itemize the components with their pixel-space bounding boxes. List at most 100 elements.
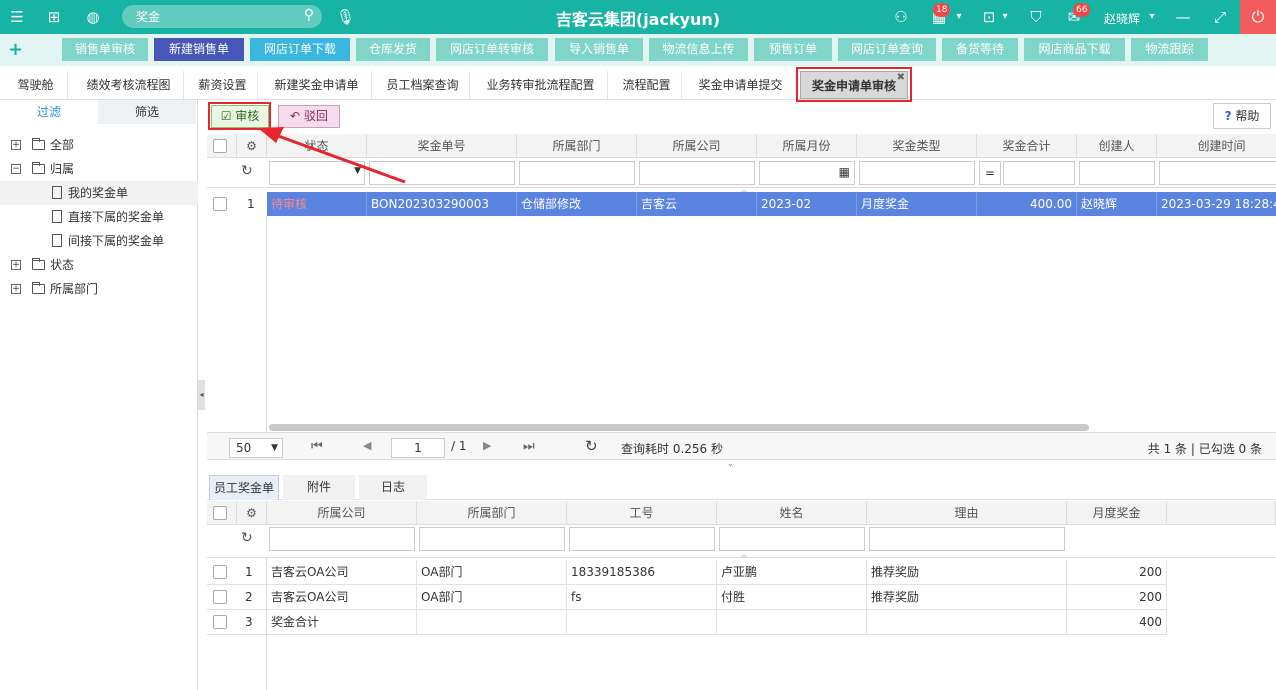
col-creator[interactable]: 创建人 (1077, 134, 1157, 158)
quick-order-to-audit[interactable]: 网店订单转审核 (436, 38, 548, 61)
col-created-time[interactable]: 创建时间 (1157, 134, 1276, 158)
col-company[interactable]: 所属公司 (637, 134, 757, 158)
shield-icon[interactable]: ⛉ (1027, 8, 1045, 26)
creator-filter[interactable] (1079, 161, 1155, 185)
col-total[interactable]: 奖金合计 (977, 134, 1077, 158)
splitter-handle-icon[interactable]: ⌄ (727, 459, 734, 468)
tab-attachment[interactable]: 附件 (283, 475, 355, 500)
department-filter[interactable] (419, 527, 565, 551)
row-checkbox[interactable] (213, 565, 227, 579)
tab-filter[interactable]: 过滤 (0, 100, 98, 124)
chevron-down-icon[interactable]: ▾ (996, 8, 1014, 26)
approve-button[interactable]: ☑ 审核 (211, 105, 269, 128)
help-button[interactable]: ? 帮助 (1213, 103, 1271, 129)
tab-performance-flow[interactable]: 绩效考核流程图 (74, 71, 184, 99)
reject-button[interactable]: ↶ 驳回 (278, 105, 340, 128)
department-filter[interactable] (519, 161, 635, 185)
gear-icon[interactable]: ⚙ (237, 134, 267, 158)
name-filter[interactable] (719, 527, 865, 551)
quick-new-sales[interactable]: 新建销售单 (154, 38, 244, 61)
col-department[interactable]: 所属部门 (517, 134, 637, 158)
bonus-type-filter[interactable] (859, 161, 975, 185)
expand-icon[interactable]: + (11, 260, 21, 270)
col-bonus-type[interactable]: 奖金类型 (857, 134, 977, 158)
apps-grid-icon[interactable]: ⊞ (45, 8, 63, 26)
col-reason[interactable]: 理由 (867, 501, 1067, 525)
tab-cockpit[interactable]: 驾驶舱 (4, 71, 68, 99)
reason-filter[interactable] (869, 527, 1065, 551)
col-company[interactable]: 所属公司 (267, 501, 417, 525)
table-row[interactable]: 1 吉客云OA公司 OA部门 18339185386 卢亚鹏 推荐奖励 200 (207, 560, 1167, 585)
tree-node-direct-sub[interactable]: 直接下属的奖金单 (0, 205, 198, 229)
tree-node-ownership[interactable]: − 归属 (0, 157, 198, 181)
panel-collapse-handle[interactable]: ◂ (198, 380, 205, 410)
minimize-icon[interactable]: — (1174, 8, 1192, 26)
tab-new-bonus[interactable]: 新建奖金申请单 (262, 71, 372, 99)
table-row[interactable]: 3 奖金合计 400 (207, 610, 1167, 635)
first-page-icon[interactable]: ⏮ (311, 439, 323, 454)
col-monthly-bonus[interactable]: 月度奖金 (1067, 501, 1167, 525)
quick-warehouse-ship[interactable]: 仓库发货 (356, 38, 430, 61)
tree-node-my-bonus[interactable]: 我的奖金单 (0, 181, 198, 205)
table-row[interactable]: 2 吉客云OA公司 OA部门 fs 付胜 推荐奖励 200 (207, 585, 1167, 610)
company-filter[interactable] (269, 527, 415, 551)
col-status[interactable]: 状态 (267, 134, 367, 158)
tree-node-department[interactable]: + 所属部门 (0, 277, 198, 301)
col-bill-no[interactable]: 奖金单号 (367, 134, 517, 158)
month-filter[interactable]: ▦ (759, 161, 855, 185)
gear-icon[interactable]: ⚙ (237, 501, 267, 525)
fullscreen-icon[interactable]: ⤢ (1211, 8, 1229, 26)
col-department[interactable]: 所属部门 (417, 501, 567, 525)
quick-shop-order-download[interactable]: 网店订单下载 (250, 38, 350, 61)
tab-salary-settings[interactable]: 薪资设置 (188, 71, 258, 99)
refresh-icon[interactable]: ↻ (585, 437, 598, 455)
tab-employee-query[interactable]: 员工档案查询 (376, 71, 470, 99)
status-filter-select[interactable]: ▼ (269, 161, 365, 185)
menu-icon[interactable]: ☰ (8, 8, 26, 26)
tree-node-status[interactable]: + 状态 (0, 253, 198, 277)
col-month[interactable]: 所属月份 (757, 134, 857, 158)
quick-logistics-track[interactable]: 物流跟踪 (1131, 38, 1208, 61)
row-checkbox[interactable] (213, 197, 227, 211)
page-number-input[interactable]: 1 (391, 438, 445, 458)
tree-node-indirect-sub[interactable]: 间接下属的奖金单 (0, 229, 198, 253)
search-input[interactable] (136, 8, 296, 25)
refresh-icon[interactable]: ↻ (241, 163, 261, 179)
quick-logistics-upload[interactable]: 物流信息上传 (649, 38, 748, 61)
table-row[interactable]: 待审核 BON202303290003 仓储部修改 吉客云 2023-02 月度… (267, 192, 1276, 216)
tab-approval-flow-config[interactable]: 业务转审批流程配置 (474, 71, 608, 99)
quick-shop-goods-download[interactable]: 网店商品下载 (1024, 38, 1125, 61)
quick-sales-audit[interactable]: 销售单审核 (62, 38, 148, 61)
horizontal-scrollbar[interactable] (269, 424, 1089, 431)
tab-employee-bonus[interactable]: 员工奖金单 (209, 475, 279, 500)
tab-bonus-audit[interactable]: 奖金申请单审核 ✖ (800, 71, 908, 99)
tree-node-all[interactable]: + 全部 (0, 133, 198, 157)
tab-flow-config[interactable]: 流程配置 (612, 71, 682, 99)
globe-icon[interactable]: ◍ (84, 8, 102, 26)
next-page-icon[interactable]: ▶ (483, 439, 491, 452)
amount-operator[interactable]: = (979, 161, 1001, 185)
col-name[interactable]: 姓名 (717, 501, 867, 525)
add-shortcut-icon[interactable]: + (8, 39, 23, 60)
col-employee-no[interactable]: 工号 (567, 501, 717, 525)
calendar-icon[interactable]: ▦ (839, 165, 850, 179)
expand-icon[interactable]: + (11, 284, 21, 294)
chevron-down-icon[interactable]: ▾ (950, 8, 968, 26)
logout-icon[interactable]: ⏻ (1240, 0, 1276, 34)
select-all-checkbox[interactable] (213, 139, 227, 153)
close-icon[interactable]: ✖ (897, 64, 905, 92)
tab-bonus-submit[interactable]: 奖金申请单提交 (686, 71, 796, 99)
tab-screen[interactable]: 筛选 (98, 100, 196, 124)
prev-page-icon[interactable]: ◀ (363, 439, 371, 452)
last-page-icon[interactable]: ⏭ (523, 439, 535, 454)
page-size-select[interactable]: 50 ▼ (229, 438, 283, 458)
bill-no-filter[interactable] (369, 161, 515, 185)
row-checkbox[interactable] (213, 590, 227, 604)
microphone-icon[interactable]: 🎙 (336, 8, 355, 26)
quick-stock-wait[interactable]: 备货等待 (942, 38, 1018, 61)
users-icon[interactable]: ⚇ (892, 8, 910, 26)
row-checkbox[interactable] (213, 615, 227, 629)
quick-shop-order-query[interactable]: 网店订单查询 (838, 38, 936, 61)
amount-filter[interactable] (1003, 161, 1075, 185)
expand-icon[interactable]: + (11, 140, 21, 150)
